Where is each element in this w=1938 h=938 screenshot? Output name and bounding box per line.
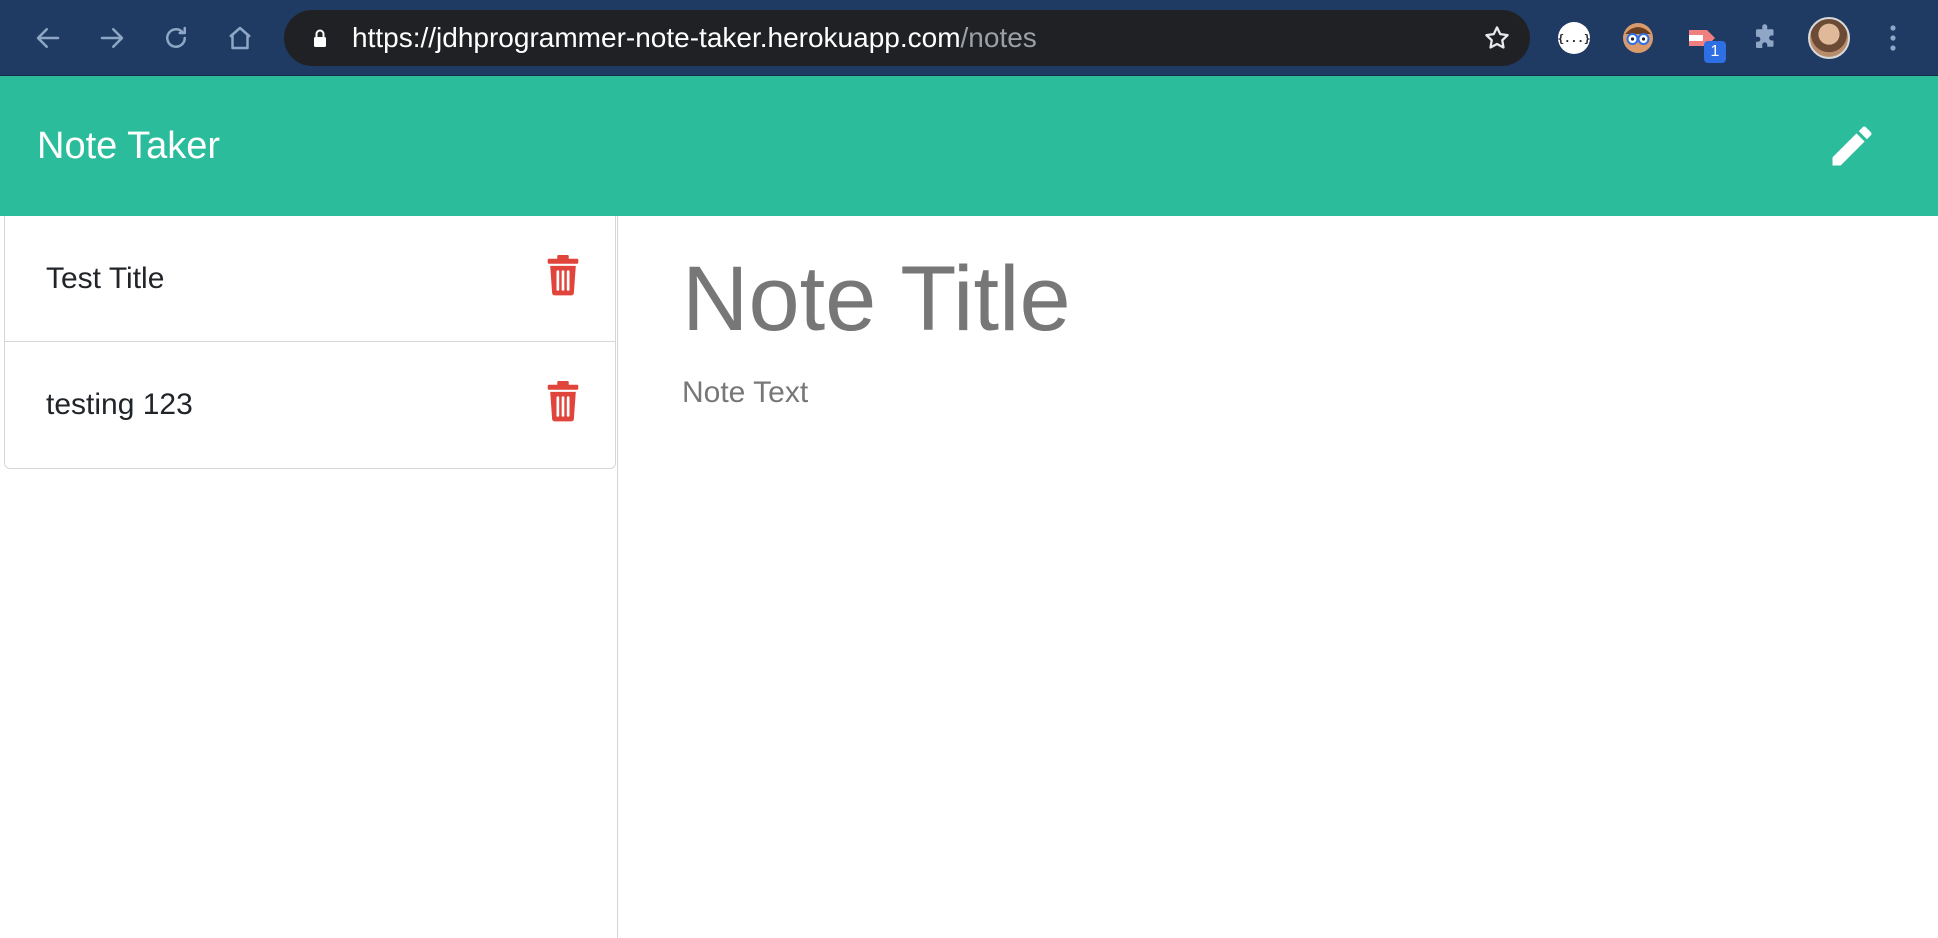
note-list-panel: Test Title testing 123 [4, 216, 618, 938]
arrow-right-icon [100, 28, 124, 48]
new-note-button[interactable] [1824, 118, 1880, 174]
avatar [1808, 17, 1850, 59]
reload-button[interactable] [156, 18, 196, 58]
pencil-icon [1832, 126, 1872, 166]
json-formatter-icon: {...} [1557, 22, 1591, 54]
browser-menu-button[interactable] [1872, 17, 1914, 59]
profile-button[interactable] [1808, 17, 1850, 59]
extensions-menu-button[interactable] [1745, 17, 1787, 59]
app-navbar: Note Taker [0, 76, 1938, 216]
nerd-glasses-extension[interactable] [1617, 17, 1659, 59]
url-text: https://jdhprogrammer-note-taker.herokua… [352, 10, 1037, 66]
back-button[interactable] [28, 18, 68, 58]
trash-icon[interactable] [545, 254, 581, 296]
list-item[interactable]: Test Title [5, 216, 615, 342]
url-path: /notes [960, 22, 1037, 53]
note-title: testing 123 [46, 388, 193, 421]
note-editor [618, 216, 1938, 938]
bookmark-star-icon[interactable] [1482, 23, 1512, 53]
lock-icon [314, 29, 326, 47]
puzzle-icon [1756, 24, 1774, 48]
address-bar[interactable]: https://jdhprogrammer-note-taker.herokua… [284, 10, 1530, 66]
arrow-left-icon [36, 28, 60, 48]
trash-icon[interactable] [545, 380, 581, 422]
brand-title[interactable]: Note Taker [37, 76, 220, 216]
note-title-input[interactable] [682, 244, 1882, 354]
list-item[interactable]: testing 123 [5, 342, 615, 468]
more-vertical-icon [1890, 25, 1896, 51]
note-list: Test Title testing 123 [4, 216, 616, 469]
url-host: https://jdhprogrammer-note-taker.herokua… [352, 22, 961, 53]
nerd-glasses-icon [1623, 23, 1653, 53]
json-formatter-extension[interactable]: {...} [1553, 17, 1595, 59]
reload-icon [166, 26, 186, 48]
extension-badge: 1 [1704, 41, 1726, 63]
forward-button[interactable] [92, 18, 132, 58]
home-button[interactable] [220, 18, 260, 58]
note-title: Test Title [46, 262, 165, 295]
browser-toolbar: https://jdhprogrammer-note-taker.herokua… [0, 0, 1938, 76]
flag-extension[interactable]: 1 [1682, 17, 1726, 63]
note-text-input[interactable] [682, 376, 1882, 896]
home-icon [229, 26, 251, 50]
